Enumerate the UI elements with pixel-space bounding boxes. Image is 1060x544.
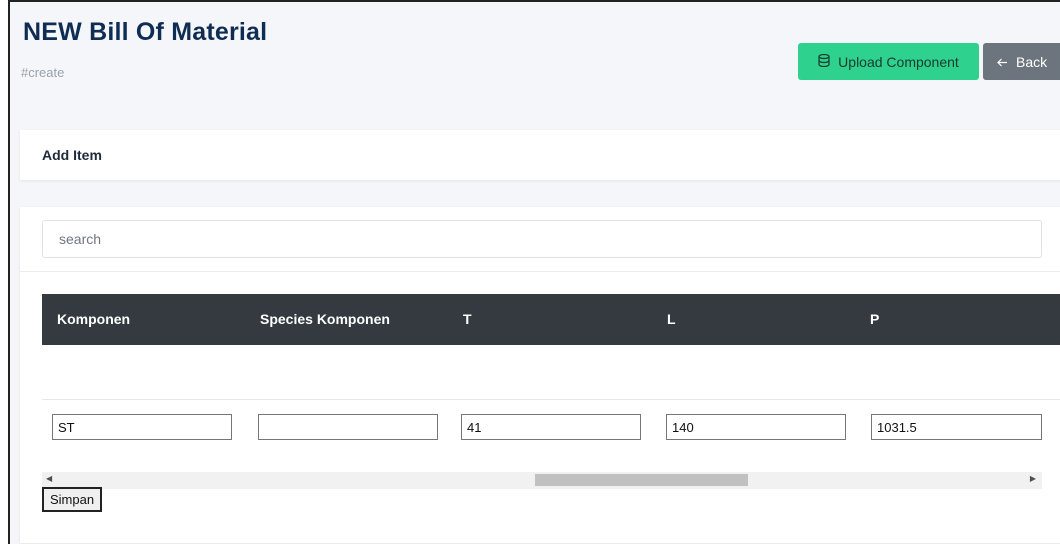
column-header-komponen: Komponen [57, 311, 131, 327]
back-label: Back [1016, 53, 1048, 70]
horizontal-scrollbar[interactable]: ◀ ▶ [42, 472, 1042, 489]
back-button[interactable]: Back [983, 43, 1060, 80]
add-item-card: Add Item [20, 130, 1060, 180]
upload-component-button[interactable]: Upload Component [798, 43, 979, 80]
upload-component-label: Upload Component [838, 53, 959, 70]
page-subtitle: #create [21, 65, 65, 80]
page-frame: NEW Bill Of Material #create Upload Comp… [8, 0, 1060, 544]
p-input[interactable] [871, 414, 1042, 440]
column-header-l: L [667, 311, 676, 327]
t-input[interactable] [461, 414, 641, 440]
save-button[interactable]: Simpan [42, 487, 103, 512]
komponen-input[interactable] [52, 414, 232, 440]
scrollbar-thumb[interactable] [535, 474, 748, 486]
l-input[interactable] [666, 414, 846, 440]
page-title: NEW Bill Of Material [23, 18, 268, 46]
divider [20, 271, 1060, 272]
column-header-species-komponen: Species Komponen [260, 311, 390, 327]
search-input[interactable] [42, 220, 1042, 258]
arrow-left-icon [997, 54, 1008, 70]
column-header-p: P [870, 311, 880, 327]
add-item-title: Add Item [42, 147, 102, 163]
scroll-right-arrow-icon[interactable]: ▶ [1030, 474, 1036, 483]
database-icon [818, 53, 830, 70]
scroll-left-arrow-icon[interactable]: ◀ [46, 474, 52, 483]
column-header-t: T [463, 311, 472, 327]
species-komponen-input[interactable] [258, 414, 438, 440]
bom-items-card: Komponen Species Komponen T L P ◀ ▶ Simp… [20, 207, 1060, 543]
table-header: Komponen Species Komponen T L P [42, 294, 1060, 345]
table-row-divider [42, 399, 1060, 400]
